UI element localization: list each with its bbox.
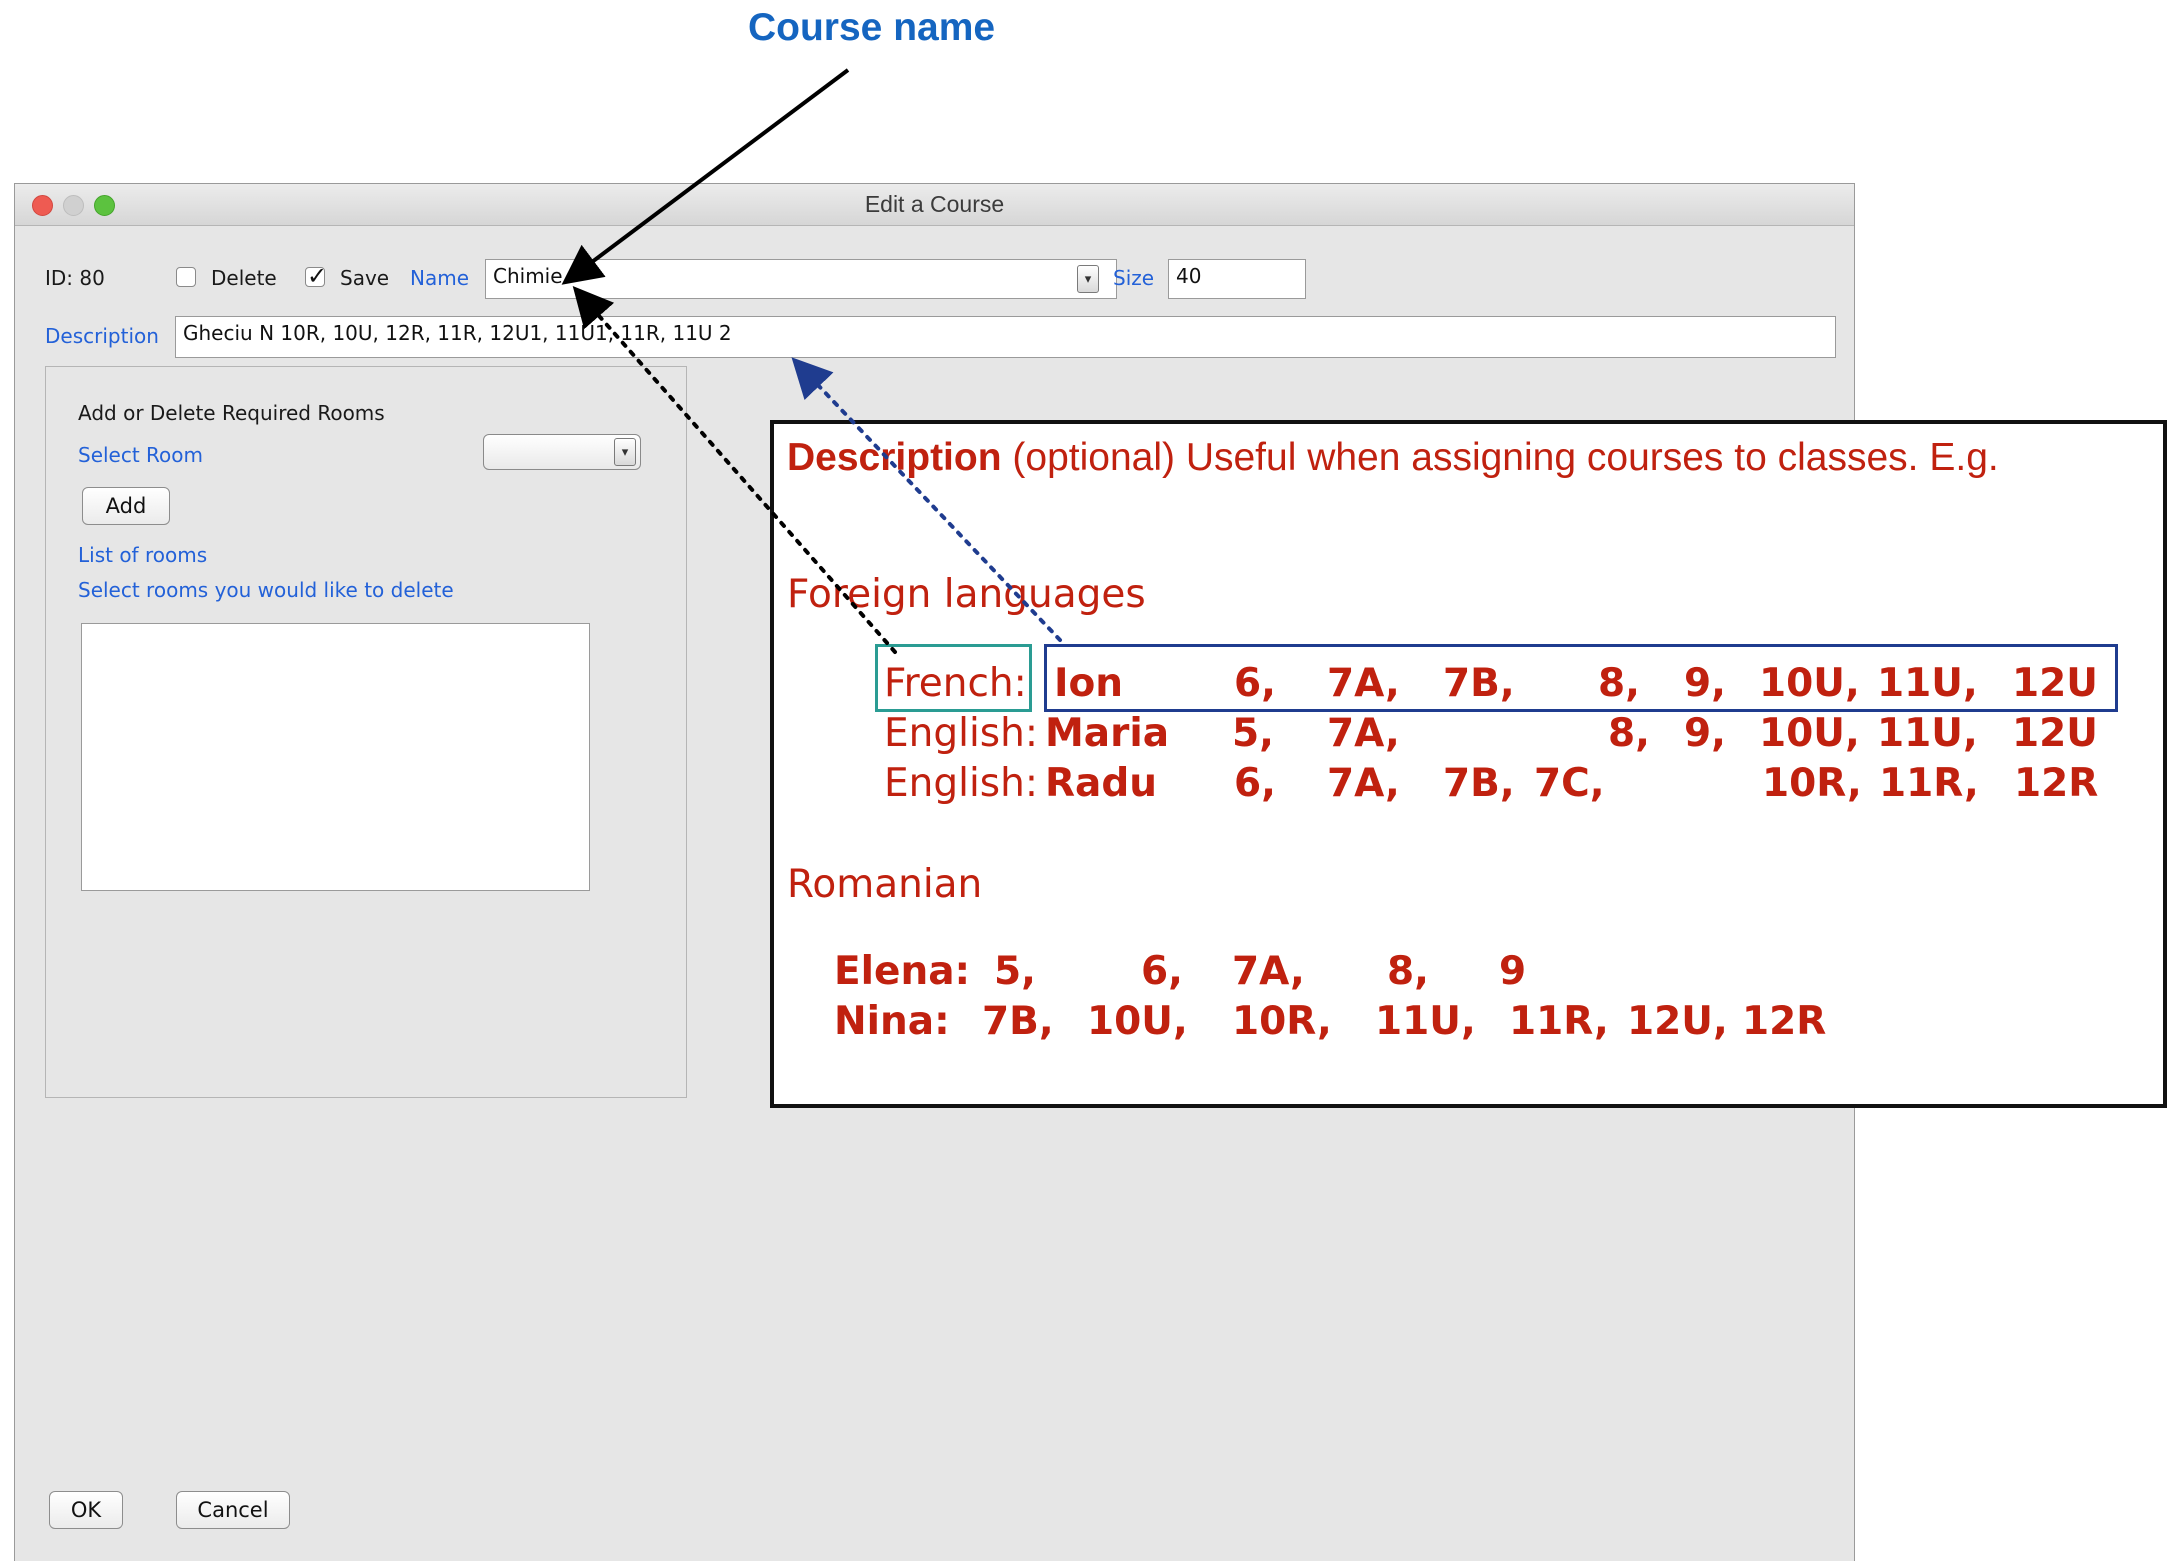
teacher-name: Elena: xyxy=(834,949,971,994)
description-label: Description xyxy=(45,324,159,348)
list-of-rooms-label: List of rooms xyxy=(78,543,208,567)
description-field[interactable]: Gheciu N 10R, 10U, 12R, 11R, 12U1, 11U1,… xyxy=(175,316,1836,358)
class-cell: 11R, xyxy=(1509,999,1609,1044)
rooms-list[interactable] xyxy=(81,623,590,891)
class-cell: 11R, xyxy=(1879,761,1979,806)
size-field[interactable]: 40 xyxy=(1168,259,1306,299)
description-annotation-rest: (optional) Useful when assigning courses… xyxy=(1012,436,1999,479)
class-cell: 9, xyxy=(1684,661,1726,706)
teacher-name: Maria xyxy=(1045,711,1170,756)
foreign-languages-heading: Foreign languages xyxy=(787,572,1146,617)
romanian-heading: Romanian xyxy=(787,862,983,907)
class-cell: 5, xyxy=(1232,711,1274,756)
rooms-panel-heading: Add or Delete Required Rooms xyxy=(78,401,385,425)
class-cell: 10U, xyxy=(1087,999,1188,1044)
class-cell: 11U, xyxy=(1877,711,1978,756)
class-cell: 10R, xyxy=(1762,761,1862,806)
class-cell: 7B, xyxy=(1443,661,1515,706)
chevron-down-icon[interactable]: ▾ xyxy=(1077,265,1099,293)
delete-label: Delete xyxy=(211,266,277,290)
teacher-name: Ion xyxy=(1054,661,1124,706)
save-label: Save xyxy=(340,266,390,290)
delete-checkbox[interactable] xyxy=(176,267,196,287)
class-cell: 7A, xyxy=(1327,761,1400,806)
class-cell: 12U xyxy=(2012,661,2098,706)
class-cell: 9 xyxy=(1499,949,1527,994)
description-annotation-bold: Description xyxy=(787,436,1002,479)
class-cell: 7A, xyxy=(1232,949,1305,994)
course-name-combo[interactable]: Chimie xyxy=(485,259,1117,299)
delete-rooms-hint: Select rooms you would like to delete xyxy=(78,578,454,602)
class-cell: 12U xyxy=(2012,711,2098,756)
description-annotation-title: Description (optional) Useful when assig… xyxy=(787,436,1999,480)
class-cell: 5, xyxy=(994,949,1036,994)
class-cell: 8, xyxy=(1598,661,1640,706)
class-cell: 8, xyxy=(1387,949,1429,994)
class-cell: 10U, xyxy=(1759,711,1860,756)
chevron-down-icon: ▾ xyxy=(614,438,636,466)
class-cell: 7B, xyxy=(1443,761,1515,806)
teacher-name: Radu xyxy=(1045,761,1158,806)
class-cell: 9, xyxy=(1684,711,1726,756)
class-cell: 6, xyxy=(1234,761,1276,806)
class-cell: 11U, xyxy=(1877,661,1978,706)
class-cell: 7C, xyxy=(1534,761,1605,806)
class-cell: 10R, xyxy=(1232,999,1332,1044)
title-bar: Edit a Course xyxy=(15,184,1854,226)
save-checkbox[interactable] xyxy=(305,262,327,290)
ok-button[interactable]: OK xyxy=(49,1491,123,1529)
size-value: 40 xyxy=(1176,264,1202,288)
class-cell: 12R xyxy=(1742,999,1827,1044)
course-id-label: ID: 80 xyxy=(45,266,105,290)
name-label: Name xyxy=(410,266,470,290)
course-name-annotation: Course name xyxy=(748,6,996,49)
class-cell: 8, xyxy=(1608,711,1650,756)
teacher-name: Nina: xyxy=(834,999,950,1044)
class-cell: 12U, xyxy=(1627,999,1728,1044)
window-title: Edit a Course xyxy=(864,191,1005,217)
class-cell: 6, xyxy=(1141,949,1183,994)
description-value: Gheciu N 10R, 10U, 12R, 11R, 12U1, 11U1,… xyxy=(183,321,732,345)
select-room-label: Select Room xyxy=(78,443,204,467)
language-label: English: xyxy=(884,711,1038,756)
class-cell: 7A, xyxy=(1327,661,1400,706)
select-room-dropdown[interactable]: ▾ xyxy=(483,434,641,470)
class-cell: 11U, xyxy=(1375,999,1476,1044)
description-annotation-box: Description (optional) Useful when assig… xyxy=(770,420,2167,1108)
language-label: French: xyxy=(884,661,1027,706)
class-cell: 7A, xyxy=(1327,711,1400,756)
class-cell: 12R xyxy=(2014,761,2099,806)
add-room-button[interactable]: Add xyxy=(82,487,170,525)
class-cell: 7B, xyxy=(982,999,1054,1044)
course-name-value: Chimie xyxy=(493,264,563,288)
size-label: Size xyxy=(1113,266,1155,290)
class-cell: 6, xyxy=(1234,661,1276,706)
language-label: English: xyxy=(884,761,1038,806)
class-cell: 10U, xyxy=(1759,661,1860,706)
required-rooms-panel: Add or Delete Required Rooms Select Room… xyxy=(45,366,687,1098)
cancel-button[interactable]: Cancel xyxy=(176,1491,290,1529)
